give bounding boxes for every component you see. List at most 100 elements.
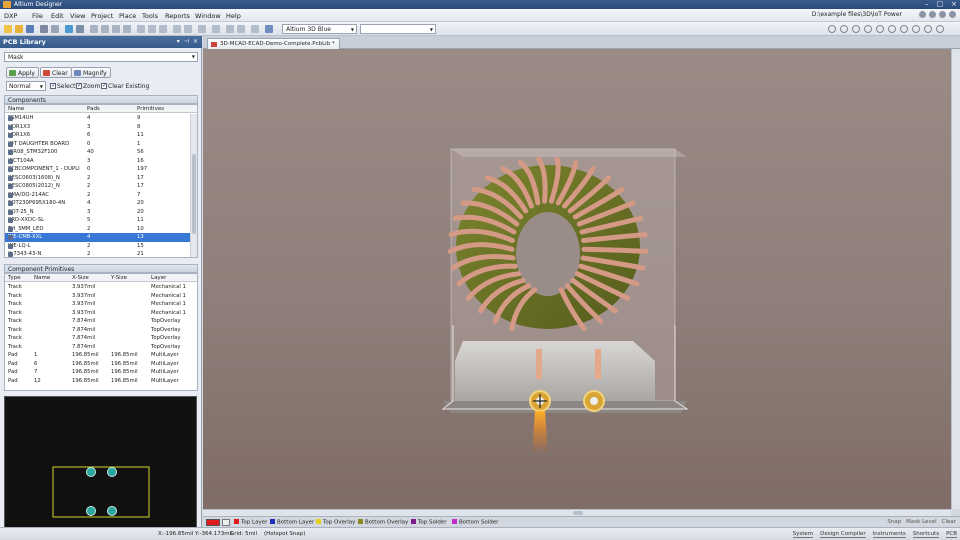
component-row[interactable]: WE-CMB-XXL 4 13 [5, 233, 192, 242]
primitive-row[interactable]: Track 7.874mil TopOverlay [5, 317, 197, 326]
primitive-row[interactable]: Track 7.874mil TopOverlay [5, 343, 197, 352]
mask-input[interactable]: Mask ▼ [4, 52, 198, 62]
primitives-section-header[interactable]: Component Primitives [4, 264, 198, 273]
menu-view[interactable]: View [70, 12, 85, 20]
component-row[interactable]: SOT230P695X180-4N 4 20 [5, 199, 192, 208]
move-icon[interactable] [184, 25, 192, 33]
menu-dxp[interactable]: DXP [4, 12, 17, 20]
deselect-icon[interactable] [198, 25, 206, 33]
clear-button[interactable]: Clear [40, 67, 72, 78]
zoom-in-icon[interactable] [101, 25, 109, 33]
layer-tab-top-layer[interactable]: Top Layer [234, 519, 267, 526]
zoom-area-icon[interactable] [123, 25, 131, 33]
zoom-fit-icon[interactable] [90, 25, 98, 33]
clear-existing-checkbox[interactable]: Clear Existing [101, 82, 149, 90]
track-tool-icon[interactable] [840, 25, 848, 33]
component-row[interactable]: SOT-25_N 3 20 [5, 208, 192, 217]
component-row[interactable]: HDR1X6 6 11 [5, 131, 192, 140]
viewport-horizontal-scrollbar[interactable] [203, 509, 951, 516]
zoom-checkbox[interactable]: Zoom [76, 82, 100, 90]
component-row[interactable]: TH_3MM_LED 2 10 [5, 225, 192, 234]
primitive-row[interactable]: Track 3.937mil Mechanical 1 [5, 292, 197, 301]
save-icon[interactable] [26, 25, 34, 33]
filter-combo[interactable]: ▼ [360, 24, 436, 34]
panel-button-pcb[interactable]: PCB [946, 531, 957, 538]
col-y-size[interactable]: Y-Size [111, 275, 127, 281]
open-folder-icon[interactable] [15, 25, 23, 33]
component-row[interactable]: FSM14UH 4 9 [5, 114, 192, 123]
menu-tools[interactable]: Tools [142, 12, 158, 20]
current-layer-swatch[interactable] [206, 519, 220, 526]
component-row[interactable]: WE-LQ-L 2 15 [5, 242, 192, 251]
primitive-row[interactable]: Track 3.937mil Mechanical 1 [5, 300, 197, 309]
arc-edge-icon[interactable] [888, 25, 896, 33]
scrollbar-thumb[interactable] [192, 154, 196, 234]
nav-forward-icon[interactable] [929, 11, 936, 18]
primitive-row[interactable]: Pad 6 196.85mil 196.85mil MultiLayer [5, 360, 197, 369]
pin-icon[interactable]: ⊣ [184, 38, 189, 45]
component-row[interactable]: HDR1X3 3 8 [5, 123, 192, 132]
component-row[interactable]: IOT DAUGHTER BOARD 0 1 [5, 140, 192, 149]
panel-button-instruments[interactable]: Instruments [872, 531, 906, 538]
panel-button-design-compiler[interactable]: Design Compiler [820, 531, 866, 538]
layer-tab-top-overlay[interactable]: Top Overlay [316, 519, 355, 526]
text-tool-icon[interactable] [864, 25, 872, 33]
primitive-row[interactable]: Track 7.874mil TopOverlay [5, 334, 197, 343]
magnify-button[interactable]: Magnify [71, 67, 111, 78]
select-checkbox[interactable]: Select [50, 82, 76, 90]
mask-level-button[interactable]: Mask Level [906, 519, 936, 525]
view-config-icon[interactable] [265, 25, 273, 33]
select-icon[interactable] [173, 25, 181, 33]
pad-tool-icon[interactable] [852, 25, 860, 33]
3d-viewport[interactable] [203, 49, 951, 509]
primitive-row[interactable]: Pad 7 196.85mil 196.85mil MultiLayer [5, 368, 197, 377]
nav-options-icon[interactable] [949, 11, 956, 18]
undo-icon[interactable] [226, 25, 234, 33]
redo-icon[interactable] [237, 25, 245, 33]
menu-place[interactable]: Place [119, 12, 136, 20]
clear-mask-button[interactable]: Clear [942, 519, 956, 525]
zoom-out-icon[interactable] [112, 25, 120, 33]
layer-tab-bottom-overlay[interactable]: Bottom Overlay [358, 519, 408, 526]
close-button[interactable]: × [951, 1, 957, 8]
tab-pcblib-document[interactable]: 3D-MCAD-ECAD-Demo-Complete.PcbLib * [207, 38, 340, 49]
new-doc-icon[interactable] [4, 25, 12, 33]
browse-icon[interactable] [65, 25, 73, 33]
menu-project[interactable]: Project [91, 12, 113, 20]
components-scrollbar[interactable] [190, 114, 197, 257]
menu-file[interactable]: File [32, 12, 43, 20]
primitive-row[interactable]: Track 7.874mil TopOverlay [5, 326, 197, 335]
component-row[interactable]: RESC0603(1608)_N 2 17 [5, 174, 192, 183]
layer-tab-top-solder[interactable]: Top Solder [411, 519, 447, 526]
component-row[interactable]: PCBCOMPONENT_1 - DUPLI 0 197 [5, 165, 192, 174]
col-layer[interactable]: Layer [151, 275, 166, 281]
component-row[interactable]: SMA/DO-214AC 2 7 [5, 191, 192, 200]
cut-icon[interactable] [137, 25, 145, 33]
clear-filter-icon[interactable] [212, 25, 220, 33]
measure-icon[interactable] [936, 25, 944, 33]
region-icon[interactable] [912, 25, 920, 33]
apply-button[interactable]: Apply [6, 67, 39, 78]
viewport-vertical-scrollbar[interactable] [951, 49, 960, 509]
component-row[interactable]: RESC0805(2012)_N 2 17 [5, 182, 192, 191]
fill-icon[interactable] [900, 25, 908, 33]
col-type[interactable]: Type [8, 275, 21, 281]
scrollbar-thumb[interactable] [573, 511, 583, 515]
nav-home-icon[interactable] [939, 11, 946, 18]
col-primitives[interactable]: Primitives [137, 106, 164, 112]
component-row[interactable]: IRCT104A 3 16 [5, 157, 192, 166]
copy-icon[interactable] [148, 25, 156, 33]
maximize-button[interactable]: □ [937, 1, 944, 8]
components-section-header[interactable]: Components [4, 95, 198, 104]
panel-close-icon[interactable]: × [193, 38, 198, 45]
col-pads[interactable]: Pads [87, 106, 100, 112]
snap-toggle[interactable]: Snap [887, 519, 901, 525]
component-row[interactable]: ICR08_STM32F100 40 56 [5, 148, 192, 157]
primitive-row[interactable]: Track 3.937mil Mechanical 1 [5, 283, 197, 292]
arc-tool-icon[interactable] [876, 25, 884, 33]
paste-array-icon[interactable] [924, 25, 932, 33]
menu-window[interactable]: Window [195, 12, 221, 20]
col-prim-name[interactable]: Name [34, 275, 50, 281]
component-icon[interactable] [76, 25, 84, 33]
project-path[interactable]: D:\example files\3D\IoT Power [812, 11, 902, 18]
